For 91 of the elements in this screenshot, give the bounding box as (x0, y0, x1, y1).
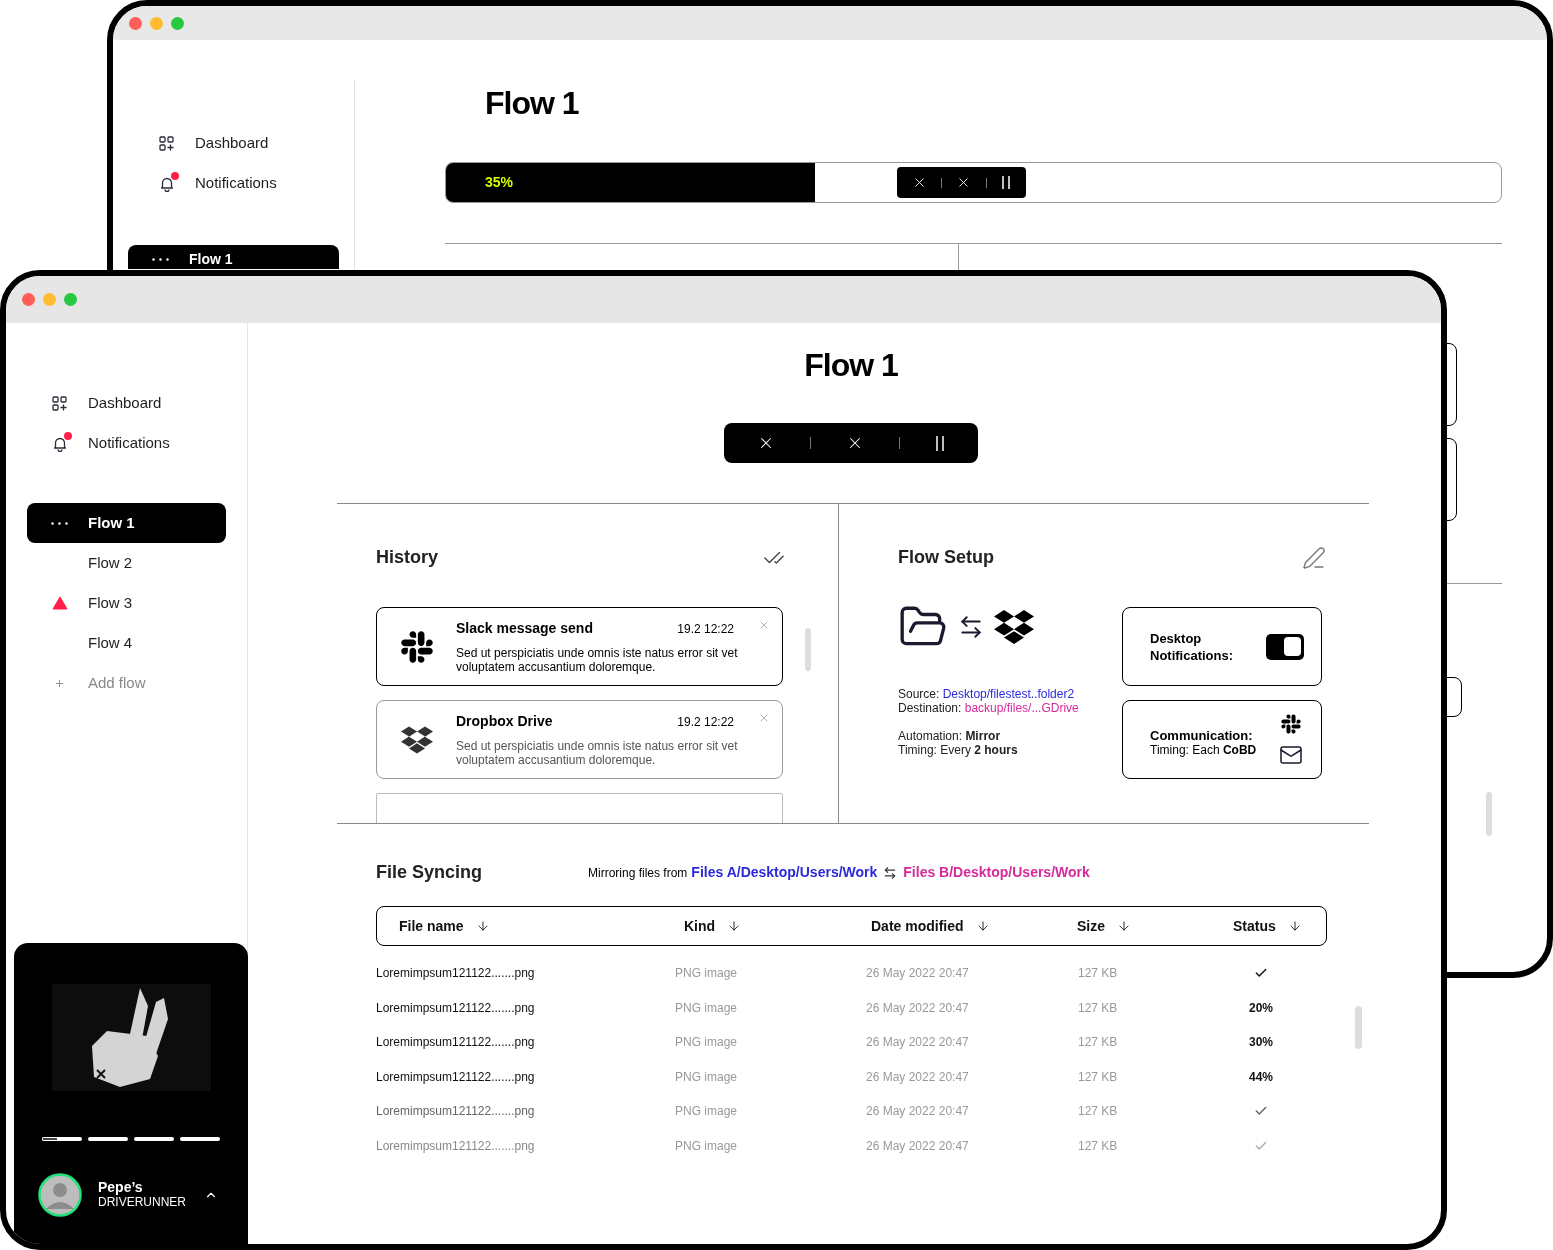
progress-percent: 30% (1249, 1034, 1273, 1052)
slide-indicator[interactable] (180, 1137, 220, 1141)
more-icon (152, 258, 169, 261)
table-cell-text: 127 KB (1078, 1103, 1119, 1121)
sidebar-item[interactable]: Dashboard (113, 123, 354, 163)
setting-label: Communication: (1150, 727, 1254, 743)
slack-logo-icon (398, 628, 435, 665)
history-message: Sed ut perspiciatis unde omnis iste natus error sit vet voluptatem accusantium doloremque. (456, 739, 739, 767)
table-cell-text: Loremimpsum121122.......png (376, 1103, 536, 1121)
table-cell-text: Loremimpsum121122.......png (376, 1068, 536, 1086)
timing-text: Timing: Every 2 hours (898, 743, 1019, 757)
more-icon (51, 521, 68, 525)
table-cell-text: 127 KB (1078, 965, 1119, 983)
page-title: Flow 1 (804, 347, 898, 383)
table-cell-text: 127 KB (1078, 1137, 1119, 1155)
folder-link[interactable]: Files B/Desktop/Users/Work (903, 862, 1090, 883)
history-time: 19.2 12:22 (677, 713, 734, 731)
dashboard-icon (159, 135, 174, 151)
flow-item[interactable]: Flow 1 (27, 503, 226, 543)
history-card[interactable]: Slack message send 19.2 12:22 Sed ut perspiciatis unde omnis iste natus error sit vet voluptatem accusantium doloremque. (376, 607, 783, 686)
progress-label: 35% (485, 173, 514, 192)
user-subtitle: DRIVERUNNER (98, 1195, 186, 1210)
table-cell-text: 26 May 2022 20:47 (866, 1034, 970, 1052)
slack-logo-icon (1280, 712, 1302, 735)
pause-icon (934, 435, 945, 451)
progress-percent: 44% (1249, 1068, 1273, 1086)
avatar (38, 1173, 82, 1217)
column-header[interactable]: Status (1233, 915, 1326, 937)
scrollbar[interactable] (1486, 792, 1492, 836)
table-cell-text: Loremimpsum121122.......png (376, 965, 536, 983)
plus-icon (54, 677, 65, 689)
sidebar-item[interactable]: Notifications (113, 163, 354, 203)
slide-indicator[interactable] (42, 1137, 82, 1141)
setting-label: Desktop Notifications: (1150, 629, 1235, 664)
table-cell-text: 127 KB (1078, 1034, 1119, 1052)
table-cell-text: PNG image (675, 1034, 739, 1052)
sidebar-item[interactable]: Notifications (6, 423, 247, 463)
automation-text: Automation: Mirror (898, 729, 1002, 743)
progress-percent: 20% (1249, 999, 1273, 1017)
history-time: 19.2 12:22 (677, 620, 734, 638)
setting-detail: Timing: Each CoBD (1150, 742, 1257, 758)
swap-arrows-icon (883, 865, 898, 880)
source-label: Source: Desktop/filestest..folder2 (898, 687, 1076, 701)
warning-triangle-icon (51, 596, 68, 610)
table-cell-text: 26 May 2022 20:47 (866, 1068, 970, 1086)
flow-item[interactable]: Flow 3 (27, 583, 226, 623)
swap-arrows-icon (958, 614, 984, 640)
history-card[interactable]: Dropbox Drive 19.2 12:22 Sed ut perspiciatis unde omnis iste natus error sit vet voluptatem accusantium doloremque. (376, 700, 783, 779)
edit-button[interactable] (1302, 545, 1326, 570)
section-title: History (376, 546, 438, 569)
dashboard-icon (52, 395, 67, 411)
table-cell-text: PNG image (675, 1068, 739, 1086)
dropbox-logo-icon (994, 607, 1034, 647)
table-cell-text: Loremimpsum121122.......png (376, 1034, 536, 1052)
table-cell-text: 26 May 2022 20:47 (866, 1103, 970, 1121)
column-header[interactable]: Kind (684, 915, 871, 937)
column-header[interactable]: Size (1077, 915, 1233, 937)
flow-item[interactable]: Flow 2 (27, 543, 226, 583)
table-cell-text: PNG image (675, 1137, 739, 1155)
table-cell-text: PNG image (675, 999, 739, 1017)
add-flow-button[interactable]: Add flow (6, 663, 247, 703)
column-header[interactable]: File name (399, 915, 684, 937)
scrollbar[interactable] (1355, 1006, 1362, 1049)
flow-item[interactable]: Flow 1 (128, 245, 339, 269)
destination-label: Destination: backup/files/...GDrive (898, 701, 1080, 715)
section-title: Flow Setup (898, 546, 994, 569)
history-title: Slack message send (456, 619, 593, 638)
section-title: File Syncing (376, 861, 484, 884)
table-cell-text: 26 May 2022 20:47 (866, 1137, 970, 1155)
column-header[interactable]: Date modified (871, 915, 1077, 937)
slide-indicator[interactable] (134, 1137, 174, 1141)
mirroring-label: Mirroring files from (588, 864, 688, 882)
table-cell-text: 127 KB (1078, 1068, 1119, 1086)
pause-icon (1000, 176, 1011, 189)
toggle-switch[interactable] (1266, 633, 1304, 660)
page-title: Flow 1 (485, 84, 580, 122)
slide-indicator[interactable] (88, 1137, 128, 1141)
table-cell-text: Loremimpsum121122.......png (376, 999, 536, 1017)
table-cell-text: PNG image (675, 965, 739, 983)
table-cell-text: Loremimpsum121122.......png (376, 1137, 536, 1155)
user-name: Pepe’s (98, 1180, 144, 1195)
table-cell-text: 26 May 2022 20:47 (866, 965, 970, 983)
scrollbar[interactable] (805, 628, 811, 671)
folder-link[interactable]: Files A/Desktop/Users/Work (691, 862, 878, 883)
table-cell-text: PNG image (675, 1103, 739, 1121)
history-message: Sed ut perspiciatis unde omnis iste natus error sit vet voluptatem accusantium doloremque. (456, 646, 739, 674)
sidebar-item[interactable]: Dashboard (6, 383, 247, 423)
table-cell-text: 127 KB (1078, 999, 1119, 1017)
flow-item[interactable]: Flow 4 (27, 623, 226, 663)
history-title: Dropbox Drive (456, 712, 553, 731)
table-cell-text: 26 May 2022 20:47 (866, 999, 970, 1017)
